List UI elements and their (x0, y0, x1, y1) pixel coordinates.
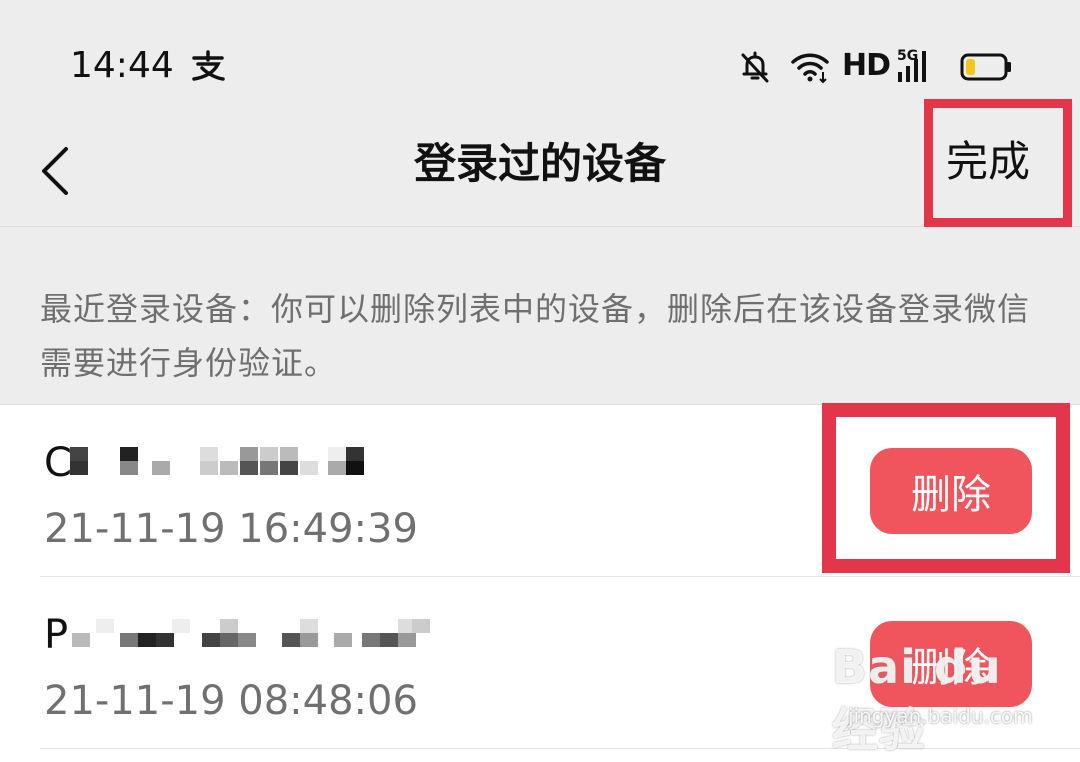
status-bar: 14:44 HD 5G (0, 0, 1080, 120)
nav-bar: 登录过的设备 完成 (0, 120, 1080, 227)
device-login-time: 21-11-19 16:49:39 (44, 506, 418, 552)
device-list: C 21-11-19 16:49:39 删除 P 21-11-19 08:48:… (0, 404, 1080, 762)
delete-device-button[interactable]: 删除 (870, 621, 1032, 707)
device-name: C (44, 440, 72, 486)
device-item: P 21-11-19 08:48:06 删除 (0, 577, 1080, 749)
description-text: 最近登录设备：你可以删除列表中的设备，删除后在该设备登录微信需要进行身份验证。 (40, 290, 1031, 382)
back-button[interactable] (28, 130, 88, 210)
bell-muted-icon (741, 51, 769, 83)
done-button[interactable]: 完成 (946, 134, 1030, 190)
status-time: 14:44 (70, 45, 174, 86)
redacted-device-name (72, 613, 432, 657)
hd-label: HD (842, 48, 891, 83)
battery-icon (960, 53, 1011, 81)
delete-device-button[interactable]: 删除 (870, 448, 1032, 534)
device-name: P (44, 612, 69, 658)
signal-icon (898, 51, 926, 82)
redacted-device-name (70, 441, 370, 485)
device-item: C 21-11-19 16:49:39 删除 (0, 405, 1080, 577)
chevron-left-icon (42, 147, 68, 195)
alipay-icon (192, 50, 225, 81)
divider (40, 748, 1080, 749)
wifi-icon (791, 53, 829, 84)
device-login-time: 21-11-19 08:48:06 (44, 678, 418, 724)
page-title: 登录过的设备 (413, 139, 666, 188)
